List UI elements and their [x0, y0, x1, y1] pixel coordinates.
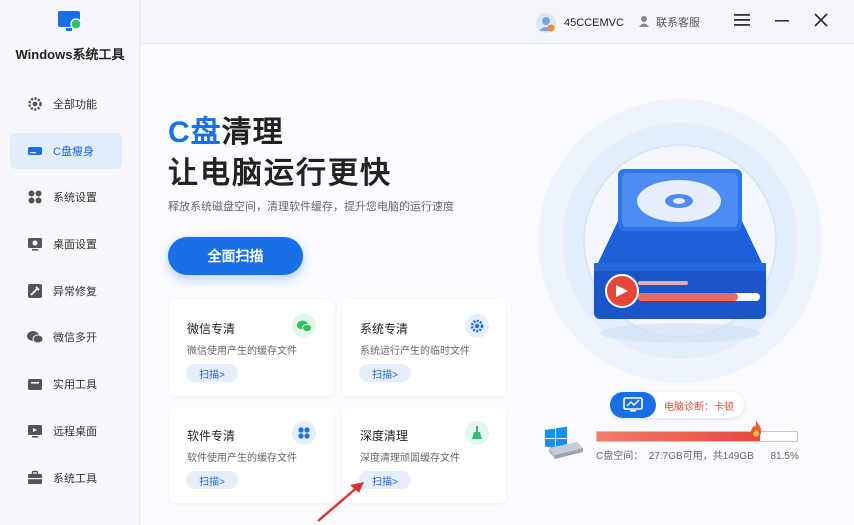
minimize-icon	[775, 13, 789, 32]
title-bar: 45CCEMVC 联系客服	[140, 0, 854, 44]
minimize-button[interactable]	[772, 12, 792, 32]
grid-icon	[26, 188, 44, 206]
full-scan-button[interactable]: 全面扫描	[168, 237, 303, 275]
wrench-icon	[26, 282, 44, 300]
sidebar-item-label: 系统工具	[53, 472, 97, 485]
wechat-icon	[292, 314, 316, 338]
apps-icon	[292, 421, 316, 445]
gear-icon	[465, 314, 489, 338]
main-content: C盘清理 让电脑运行更快 释放系统磁盘空间，清理软件缓存，提升您电脑的运行速度 …	[140, 45, 854, 525]
disk-usage-bar	[596, 431, 798, 442]
drive-icon	[26, 142, 44, 160]
page-subtitle: 让电脑运行更快	[168, 157, 392, 190]
card-scan-button[interactable]: 扫描>	[359, 364, 411, 382]
disk-usage-fill	[597, 432, 760, 441]
sidebar-item-label: 微信多开	[53, 332, 97, 345]
sidebar-item-label: 实用工具	[53, 379, 97, 392]
app-logo: Windows系统工具	[0, 10, 140, 63]
sidebar-item-label: 异常修复	[53, 285, 97, 298]
service-icon	[638, 15, 650, 30]
sidebar-item-desktop-settings[interactable]: 桌面设置	[10, 226, 122, 262]
diagnosis-monitor-icon	[610, 392, 656, 418]
sidebar-item-repair[interactable]: 异常修复	[10, 273, 122, 309]
sidebar-item-label: 远程桌面	[53, 425, 97, 438]
card-title: 软件专清	[187, 429, 236, 443]
fire-icon	[750, 420, 762, 437]
broom-icon	[465, 421, 489, 445]
card-description: 微信使用产生的缓存文件	[187, 346, 297, 357]
remote-icon	[26, 422, 44, 440]
username: 45CCEMVC	[564, 17, 624, 29]
card-description: 软件使用产生的缓存文件	[187, 453, 297, 464]
card-title: 系统专清	[360, 322, 409, 336]
diagnosis-badge[interactable]: 电脑诊断：卡顿	[610, 392, 744, 418]
gear-icon	[26, 95, 44, 113]
disk-illustration	[538, 99, 822, 383]
sidebar-item-label: C盘瘦身	[53, 145, 94, 158]
close-button[interactable]	[811, 12, 831, 32]
card-scan-button[interactable]: 扫描>	[186, 471, 238, 489]
diagnosis-text: 电脑诊断：卡顿	[664, 401, 734, 413]
sidebar-item-label: 全部功能	[53, 99, 97, 111]
hamburger-icon	[734, 13, 750, 32]
sidebar-nav: 全部功能 C盘瘦身 系统设置 桌面设置 异常修复 微信多开 实用工具 远程桌面	[10, 86, 122, 506]
sidebar-item-remote-desktop[interactable]: 远程桌面	[10, 413, 122, 449]
windows-drive-icon	[545, 426, 583, 459]
toolbox-icon	[26, 375, 44, 393]
wechat-icon	[26, 328, 44, 346]
card-description: 深度清理顽固缓存文件	[360, 453, 460, 464]
app-name: Windows系统工具	[15, 47, 125, 62]
sidebar: Windows系统工具 全部功能 C盘瘦身 系统设置 桌面设置 异常修复 微信多…	[0, 0, 140, 525]
card-wechat-clean: 微信专清 微信使用产生的缓存文件 扫描>	[169, 300, 333, 396]
sidebar-item-all-functions[interactable]: 全部功能	[10, 86, 122, 122]
sidebar-item-utilities[interactable]: 实用工具	[10, 366, 122, 402]
monitor-icon	[26, 235, 44, 253]
pointer-arrow-annotation	[317, 482, 364, 522]
disk-usage-text: C盘空间： 27.7GB可用，共149GB 81.5%	[596, 451, 799, 462]
sidebar-item-label: 系统设置	[53, 192, 97, 205]
avatar	[536, 13, 556, 33]
sidebar-item-c-drive-slim[interactable]: C盘瘦身	[10, 132, 122, 169]
card-title: 深度清理	[360, 429, 409, 443]
sidebar-item-system-tools[interactable]: 系统工具	[10, 460, 122, 496]
service-label: 联系客服	[656, 17, 700, 29]
card-scan-button[interactable]: 扫描>	[186, 364, 238, 382]
card-description: 系统运行产生的临时文件	[360, 346, 470, 357]
card-title: 微信专清	[187, 322, 236, 336]
menu-button[interactable]	[732, 12, 752, 32]
page-title: C盘清理	[168, 116, 284, 149]
app-logo-icon	[57, 10, 83, 32]
sidebar-item-wechat-multi[interactable]: 微信多开	[10, 319, 122, 355]
card-system-clean: 系统专清 系统运行产生的临时文件 扫描>	[342, 300, 506, 396]
sidebar-item-label: 桌面设置	[53, 239, 97, 252]
sidebar-item-system-settings[interactable]: 系统设置	[10, 179, 122, 215]
briefcase-icon	[26, 469, 44, 487]
contact-service-button[interactable]: 联系客服	[638, 14, 700, 30]
card-software-clean: 软件专清 软件使用产生的缓存文件 扫描>	[169, 407, 333, 503]
user-account[interactable]: 45CCEMVC	[536, 13, 624, 33]
page-description: 释放系统磁盘空间，清理软件缓存，提升您电脑的运行速度	[168, 201, 454, 213]
close-icon	[814, 12, 828, 32]
